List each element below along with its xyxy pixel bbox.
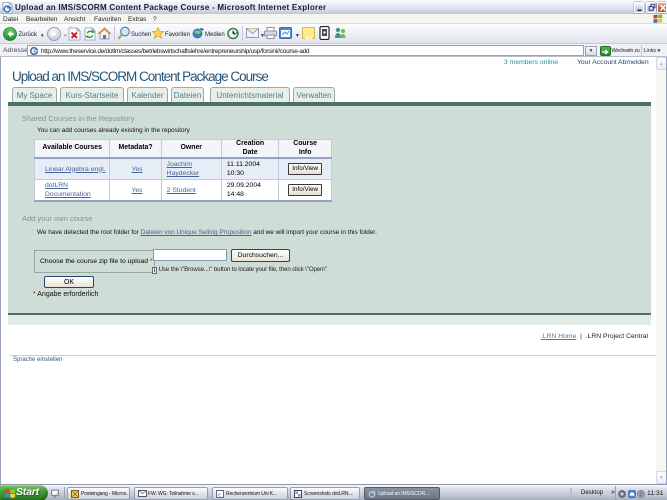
- svg-text:e: e: [218, 492, 221, 498]
